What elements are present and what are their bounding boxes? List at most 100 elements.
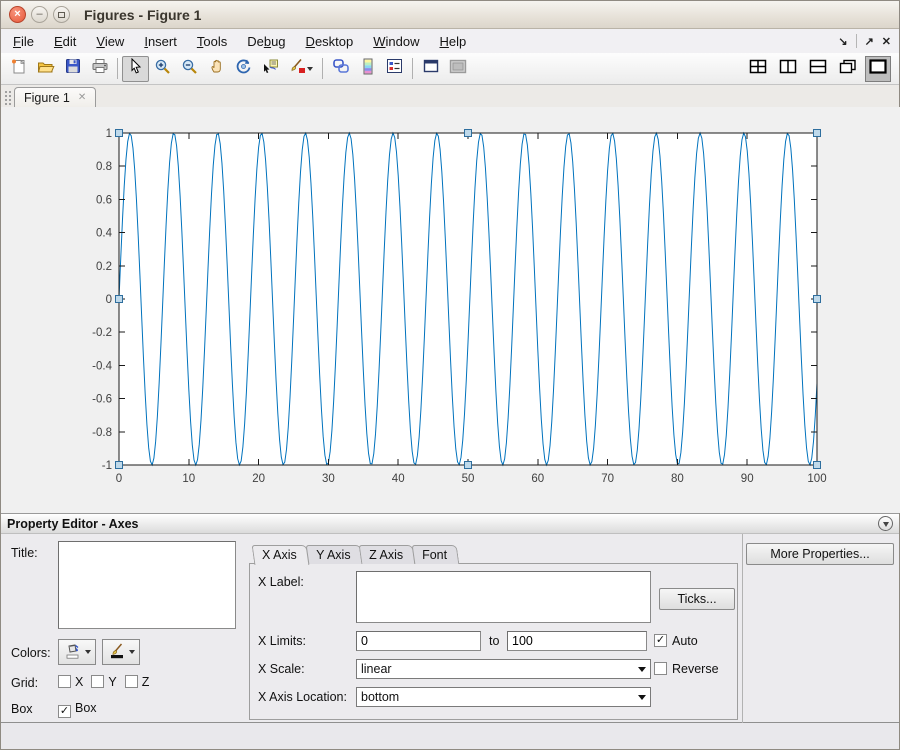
layout-split-vertical-button[interactable] — [775, 56, 801, 82]
box-label: Box — [11, 702, 33, 716]
pointer-arrow-icon — [129, 58, 143, 79]
layout-grid-button[interactable] — [745, 56, 771, 82]
tab-close-icon[interactable]: ✕ — [78, 92, 86, 103]
brush-dropdown-caret[interactable] — [307, 67, 313, 71]
close-figure-icon[interactable]: ✕ — [882, 35, 891, 48]
reverse-label: Reverse — [672, 662, 719, 676]
data-cursor-button[interactable] — [257, 56, 284, 82]
line-color-caret — [129, 650, 135, 654]
toolbar-separator — [412, 58, 413, 79]
menu-item-window[interactable]: Window — [366, 31, 426, 52]
axis-tab-strip: X Axis Y Axis Z Axis Font — [253, 545, 457, 564]
window-close-button[interactable]: × — [9, 6, 26, 23]
auto-label: Auto — [672, 634, 698, 648]
property-editor-header[interactable]: Property Editor - Axes — [1, 513, 899, 534]
plot-tools-off-icon — [423, 59, 439, 78]
layout-split-horizontal-button[interactable] — [805, 56, 831, 82]
ticks-button[interactable]: Ticks... — [659, 588, 735, 610]
link-chain-icon — [332, 58, 350, 79]
tab-label: Figure 1 — [24, 91, 70, 105]
zoom-in-button[interactable] — [149, 56, 176, 82]
layout-float-button[interactable] — [835, 56, 861, 82]
link-plot-button[interactable] — [327, 56, 354, 82]
collapse-panel-icon[interactable] — [878, 516, 893, 531]
dropdown-arrow-icon — [638, 695, 646, 700]
dock-figure-icon[interactable]: ↘ — [838, 35, 847, 48]
tab-x-axis[interactable]: X Axis — [252, 545, 310, 565]
pan-button[interactable] — [203, 56, 230, 82]
layout-maximized-button[interactable] — [865, 56, 891, 82]
menu-item-insert[interactable]: Insert — [137, 31, 184, 52]
x-limits-max-input[interactable] — [507, 631, 647, 651]
undock-icon[interactable]: ↗ — [865, 35, 874, 48]
tab-y-axis[interactable]: Y Axis — [305, 545, 362, 564]
hide-plot-tools-button[interactable] — [417, 56, 444, 82]
new-figure-button[interactable] — [5, 56, 32, 82]
figure-canvas[interactable]: 0102030405060708090100-1-0.8-0.6-0.4-0.2… — [1, 107, 899, 513]
svg-text:50: 50 — [462, 473, 475, 485]
svg-text:40: 40 — [392, 473, 405, 485]
rotate-3d-button[interactable] — [230, 56, 257, 82]
to-label: to — [489, 634, 499, 648]
more-properties-button[interactable]: More Properties... — [746, 543, 894, 565]
grid-y-label: Y — [108, 675, 116, 689]
brush-data-button[interactable] — [284, 56, 318, 82]
grid-z-checkbox[interactable] — [125, 675, 138, 688]
window-minimize-button[interactable]: – — [31, 6, 48, 23]
svg-text:10: 10 — [182, 473, 195, 485]
grid-x-checkbox[interactable] — [58, 675, 71, 688]
window-maximize-button[interactable] — [53, 6, 70, 23]
menu-item-edit[interactable]: Edit — [47, 31, 83, 52]
fill-color-button[interactable] — [58, 639, 96, 665]
insert-colorbar-button[interactable] — [354, 56, 381, 82]
open-file-button[interactable] — [32, 56, 59, 82]
svg-text:0: 0 — [106, 294, 112, 306]
axes-title-input[interactable] — [58, 541, 236, 629]
axes-plot[interactable]: 0102030405060708090100-1-0.8-0.6-0.4-0.2… — [1, 107, 900, 513]
save-figure-button[interactable] — [59, 56, 86, 82]
x-limits-auto-checkbox[interactable]: ✓ — [654, 634, 667, 647]
tab-font[interactable]: Font — [412, 545, 460, 564]
open-folder-icon — [37, 58, 55, 80]
print-figure-button[interactable] — [86, 56, 113, 82]
line-color-button[interactable] — [102, 639, 140, 665]
menu-item-view[interactable]: View — [89, 31, 131, 52]
svg-text:-0.2: -0.2 — [92, 327, 112, 339]
layout-maximized-icon — [869, 59, 887, 79]
legend-icon — [386, 58, 403, 79]
menu-item-desktop[interactable]: Desktop — [299, 31, 361, 52]
bottom-strip — [1, 723, 899, 749]
menu-item-debug[interactable]: Debug — [240, 31, 292, 52]
layout-split-vertical-icon — [779, 59, 797, 79]
x-limits-min-input[interactable] — [356, 631, 481, 651]
x-limits-label: X Limits: — [258, 634, 306, 648]
menu-item-help[interactable]: Help — [433, 31, 474, 52]
svg-text:20: 20 — [252, 473, 265, 485]
tab-figure-1[interactable]: Figure 1 ✕ — [14, 87, 96, 107]
paint-brush-icon — [108, 642, 126, 663]
zoom-in-icon — [154, 58, 171, 80]
x-axis-location-value: bottom — [361, 690, 399, 704]
print-icon — [91, 58, 109, 79]
insert-legend-button[interactable] — [381, 56, 408, 82]
grid-y-checkbox[interactable] — [91, 675, 104, 688]
menu-item-tools[interactable]: Tools — [190, 31, 234, 52]
save-icon — [65, 58, 81, 79]
svg-text:-0.8: -0.8 — [92, 427, 112, 439]
x-label-input[interactable] — [356, 571, 651, 623]
edit-plot-button[interactable] — [122, 56, 149, 82]
x-scale-dropdown[interactable]: linear — [356, 659, 651, 679]
title-label: Title: — [11, 546, 38, 560]
show-plot-tools-button[interactable] — [444, 56, 471, 82]
figure-window: × – Figures - Figure 1 FileEditViewInser… — [0, 0, 900, 750]
box-checkbox[interactable]: ✓ — [58, 705, 71, 718]
x-axis-location-dropdown[interactable]: bottom — [356, 687, 651, 707]
tab-grip-handle[interactable] — [3, 89, 11, 105]
menu-item-file[interactable]: File — [6, 31, 41, 52]
rotate-3d-icon — [235, 58, 252, 80]
svg-text:-1: -1 — [102, 460, 112, 472]
minimize-icon: – — [36, 9, 42, 20]
reverse-checkbox[interactable] — [654, 662, 667, 675]
zoom-out-button[interactable] — [176, 56, 203, 82]
tab-z-axis[interactable]: Z Axis — [359, 545, 416, 564]
